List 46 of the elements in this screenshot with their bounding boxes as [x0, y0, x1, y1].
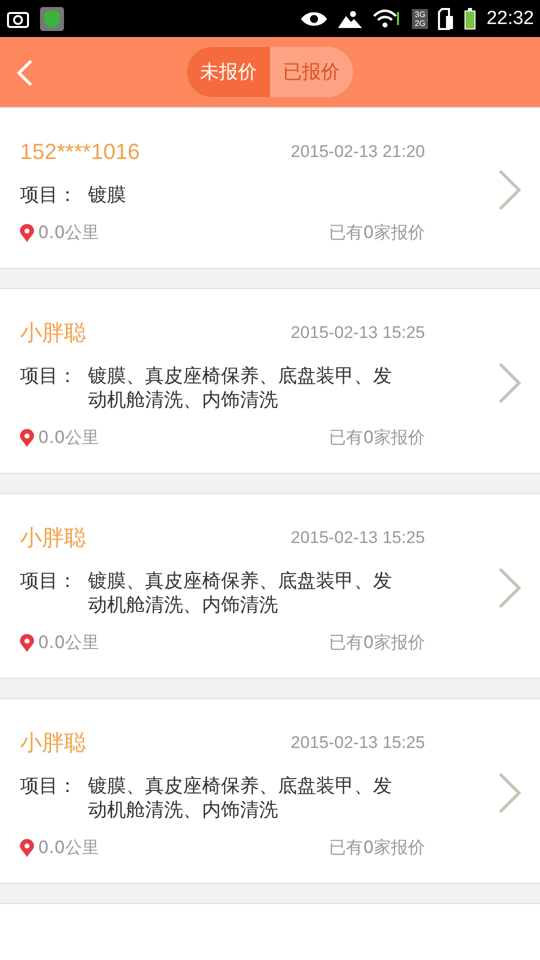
order-card[interactable]: 小胖聪 2015-02-13 15:25 项目： 镀膜、真皮座椅保养、底盘装甲、发动机舱清洗、内饰清洗 0.0公里 已有0家报价	[0, 493, 540, 679]
project-label: 项目：	[20, 183, 78, 207]
location-pin-icon	[20, 224, 34, 242]
order-time: 2015-02-13 21:20	[290, 142, 425, 162]
order-time: 2015-02-13 15:25	[290, 323, 425, 343]
customer-name: 小胖聪	[20, 319, 86, 347]
order-card[interactable]: 小胖聪 2015-02-13 15:25 项目： 镀膜、真皮座椅保养、底盘装甲、发动机舱清洗、内饰清洗 0.0公里 已有0家报价	[0, 288, 540, 474]
order-time: 2015-02-13 15:25	[290, 528, 425, 548]
battery-icon	[464, 8, 476, 30]
quote-count: 已有0家报价	[329, 837, 425, 860]
location-pin-icon	[20, 634, 34, 652]
network-label: 2G	[414, 18, 426, 28]
wifi-icon	[372, 8, 402, 28]
network-label: 3G	[414, 10, 426, 18]
project-label: 项目：	[20, 364, 78, 389]
order-card[interactable]: 小胖聪 2015-02-13 15:25 项目： 镀膜、真皮座椅保养、底盘装甲、发动机舱清洗、内饰清洗 0.0公里 已有0家报价	[0, 698, 540, 884]
project-label: 项目：	[20, 569, 78, 594]
customer-name: 小胖聪	[20, 729, 86, 757]
sim-icon	[438, 8, 454, 30]
chevron-right-icon	[498, 567, 522, 609]
back-icon[interactable]	[16, 59, 34, 87]
project-text: 镀膜	[88, 183, 127, 207]
eye-icon	[300, 10, 328, 28]
quote-count: 已有0家报价	[329, 632, 425, 655]
quote-count: 已有0家报价	[329, 222, 425, 245]
customer-name: 小胖聪	[20, 524, 86, 552]
mountain-icon	[338, 10, 362, 28]
project-text: 镀膜、真皮座椅保养、底盘装甲、发动机舱清洗、内饰清洗	[88, 774, 393, 822]
project-text: 镀膜、真皮座椅保养、底盘装甲、发动机舱清洗、内饰清洗	[88, 364, 393, 412]
distance-text: 0.0公里	[38, 222, 100, 245]
distance-text: 0.0公里	[38, 632, 100, 655]
chevron-right-icon	[498, 362, 522, 404]
location-pin-icon	[20, 429, 34, 447]
project-label: 项目：	[20, 774, 78, 799]
shield-app-icon	[40, 6, 64, 30]
clock-time: 22:32	[486, 8, 534, 30]
quote-count: 已有0家报价	[329, 427, 425, 450]
customer-name: 152****1016	[20, 138, 140, 166]
chevron-right-icon	[498, 772, 522, 814]
chevron-right-icon	[498, 169, 522, 211]
order-card[interactable]: 152****1016 2015-02-13 21:20 项目： 镀膜 0.0公里 已有0家报价	[0, 107, 540, 269]
distance-text: 0.0公里	[38, 837, 100, 860]
order-time: 2015-02-13 15:25	[290, 733, 425, 753]
location-pin-icon	[20, 839, 34, 857]
distance-text: 0.0公里	[38, 427, 100, 450]
project-text: 镀膜、真皮座椅保养、底盘装甲、发动机舱清洗、内饰清洗	[88, 569, 393, 617]
